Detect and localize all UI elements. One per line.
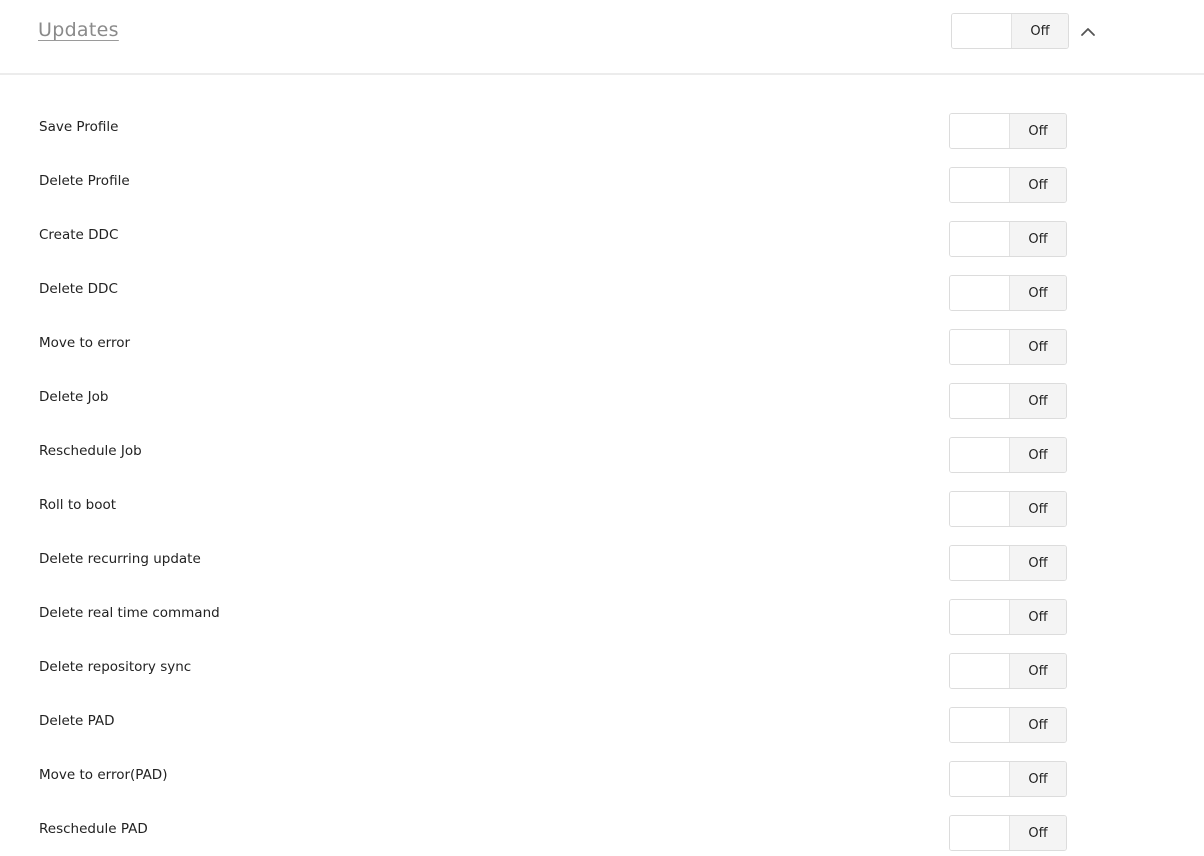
toggle-knob <box>950 438 1010 472</box>
setting-label: Delete repository sync <box>39 659 192 675</box>
setting-toggle[interactable]: Off <box>949 437 1067 473</box>
toggle-state-label: Off <box>1010 546 1066 580</box>
toggle-state-label: Off <box>1010 654 1066 688</box>
setting-toggle[interactable]: Off <box>949 761 1067 797</box>
toggle-state-label: Off <box>1010 492 1066 526</box>
setting-label: Delete PAD <box>39 713 115 729</box>
toggle-knob <box>950 330 1010 364</box>
setting-toggle[interactable]: Off <box>949 221 1067 257</box>
toggle-state-label: Off <box>1010 384 1066 418</box>
setting-toggle[interactable]: Off <box>949 167 1067 203</box>
toggle-knob <box>950 384 1010 418</box>
setting-label: Create DDC <box>39 227 119 243</box>
toggle-knob <box>950 654 1010 688</box>
chevron-up-icon[interactable] <box>1078 22 1098 42</box>
toggle-state-label: Off <box>1010 114 1066 148</box>
setting-row: Delete PAD Off <box>0 694 1204 748</box>
toggle-knob <box>952 14 1012 48</box>
setting-toggle[interactable]: Off <box>949 329 1067 365</box>
setting-toggle[interactable]: Off <box>949 383 1067 419</box>
setting-row: Delete Profile Off <box>0 154 1204 208</box>
setting-toggle[interactable]: Off <box>949 545 1067 581</box>
setting-row: Create DDC Off <box>0 208 1204 262</box>
toggle-knob <box>950 600 1010 634</box>
setting-toggle[interactable]: Off <box>949 599 1067 635</box>
toggle-state-label: Off <box>1010 762 1066 796</box>
setting-row: Delete DDC Off <box>0 262 1204 316</box>
setting-row: Save Profile Off <box>0 100 1204 154</box>
setting-row: Delete Job Off <box>0 370 1204 424</box>
setting-row: Delete recurring update Off <box>0 532 1204 586</box>
toggle-state-label: Off <box>1010 708 1066 742</box>
setting-toggle[interactable]: Off <box>949 113 1067 149</box>
section-header: Updates Off <box>0 0 1204 75</box>
setting-label: Reschedule Job <box>39 443 142 459</box>
section-master-toggle[interactable]: Off <box>951 13 1069 49</box>
setting-row: Reschedule PAD Off <box>0 802 1204 856</box>
toggle-knob <box>950 492 1010 526</box>
setting-label: Move to error(PAD) <box>39 767 168 783</box>
setting-label: Delete recurring update <box>39 551 201 567</box>
setting-row: Delete real time command Off <box>0 586 1204 640</box>
setting-row: Move to error(PAD) Off <box>0 748 1204 802</box>
setting-toggle[interactable]: Off <box>949 491 1067 527</box>
toggle-state-label: Off <box>1010 276 1066 310</box>
setting-toggle[interactable]: Off <box>949 275 1067 311</box>
setting-row: Delete repository sync Off <box>0 640 1204 694</box>
setting-row: Reschedule Job Off <box>0 424 1204 478</box>
setting-toggle[interactable]: Off <box>949 815 1067 851</box>
setting-toggle[interactable]: Off <box>949 653 1067 689</box>
toggle-state-label: Off <box>1010 330 1066 364</box>
toggle-knob <box>950 168 1010 202</box>
setting-label: Delete real time command <box>39 605 220 621</box>
toggle-knob <box>950 114 1010 148</box>
toggle-knob <box>950 222 1010 256</box>
setting-label: Delete Profile <box>39 173 130 189</box>
toggle-state-label: Off <box>1010 438 1066 472</box>
setting-label: Delete DDC <box>39 281 118 297</box>
setting-row: Roll to boot Off <box>0 478 1204 532</box>
settings-list: Save Profile Off Delete Profile Off Create D… <box>0 100 1204 856</box>
toggle-state-label: Off <box>1012 14 1068 48</box>
setting-label: Move to error <box>39 335 131 351</box>
setting-label: Reschedule PAD <box>39 821 148 837</box>
toggle-state-label: Off <box>1010 222 1066 256</box>
setting-toggle[interactable]: Off <box>949 707 1067 743</box>
toggle-knob <box>950 546 1010 580</box>
toggle-knob <box>950 276 1010 310</box>
setting-row: Move to error Off <box>0 316 1204 370</box>
section-title-link[interactable]: Updates <box>38 19 119 41</box>
toggle-knob <box>950 708 1010 742</box>
setting-label: Delete Job <box>39 389 109 405</box>
toggle-state-label: Off <box>1010 600 1066 634</box>
toggle-state-label: Off <box>1010 168 1066 202</box>
setting-label: Roll to boot <box>39 497 117 513</box>
toggle-knob <box>950 762 1010 796</box>
setting-label: Save Profile <box>39 119 119 135</box>
